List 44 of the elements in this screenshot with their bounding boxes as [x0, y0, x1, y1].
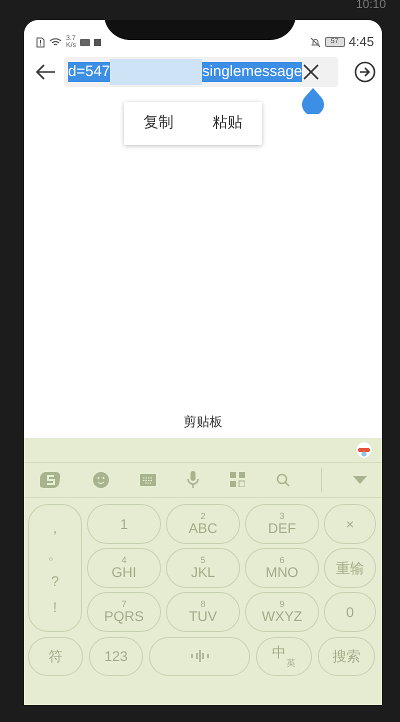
- keyboard-key[interactable]: 0: [324, 592, 376, 632]
- muted-bell-icon: [310, 36, 321, 48]
- search-icon[interactable]: [276, 472, 290, 486]
- back-arrow-icon[interactable]: [36, 64, 56, 80]
- sogou-logo-icon[interactable]: [40, 470, 62, 488]
- keyboard-key[interactable]: 123: [89, 636, 143, 676]
- language-switch-key[interactable]: 中 英: [256, 636, 312, 676]
- punctuation-key[interactable]: ， 。 ? !: [28, 504, 82, 632]
- keyboard-key[interactable]: 3 DEF: [245, 504, 319, 544]
- punctuation-symbol: ，: [48, 520, 62, 535]
- close-icon[interactable]: [303, 64, 320, 80]
- keyboard-key[interactable]: 重输: [324, 548, 376, 588]
- notification-icon: [94, 38, 102, 46]
- punctuation-symbol: ?: [51, 574, 59, 588]
- keyboard-key[interactable]: 9 WXYZ: [245, 592, 319, 632]
- mascot-icon[interactable]: [356, 442, 372, 458]
- keyboard-key[interactable]: 7 PQRS: [87, 592, 161, 632]
- punctuation-symbol: !: [53, 600, 57, 614]
- keyboard-key[interactable]: 搜索: [318, 636, 375, 676]
- keyboard-key[interactable]: 8 TUV: [166, 592, 240, 632]
- keyboard-key[interactable]: 4 GHI: [87, 548, 161, 588]
- selection-handle[interactable]: [302, 88, 324, 114]
- keyboard-key[interactable]: 6 MNO: [245, 548, 319, 588]
- menu-item[interactable]: 粘贴: [193, 102, 262, 144]
- voice-wave-icon: [190, 650, 210, 662]
- clock: 4:45: [348, 33, 374, 52]
- url-field[interactable]: d=547 singlemessage: [64, 57, 338, 87]
- message-icon: [80, 38, 90, 46]
- collapse-caret-icon[interactable]: [352, 476, 366, 484]
- clipboard-label[interactable]: 剪贴板: [24, 412, 382, 432]
- menu-item[interactable]: 复制: [124, 102, 193, 144]
- keyboard-icon[interactable]: [140, 474, 156, 486]
- sim-icon: [36, 36, 45, 48]
- space-key[interactable]: [149, 636, 250, 676]
- keyboard-key[interactable]: 2 ABC: [166, 504, 240, 544]
- microphone-icon[interactable]: [186, 471, 198, 488]
- keyboard-key[interactable]: ×: [324, 504, 376, 544]
- grid-icon[interactable]: [230, 472, 244, 487]
- keyboard-key[interactable]: 5 JKL: [166, 548, 240, 588]
- punctuation-symbol: 。: [48, 547, 62, 562]
- wifi-icon: [49, 37, 62, 47]
- keyboard-key[interactable]: 符: [28, 636, 83, 676]
- keyboard-key[interactable]: 1: [87, 504, 161, 544]
- emoji-icon[interactable]: [92, 472, 108, 488]
